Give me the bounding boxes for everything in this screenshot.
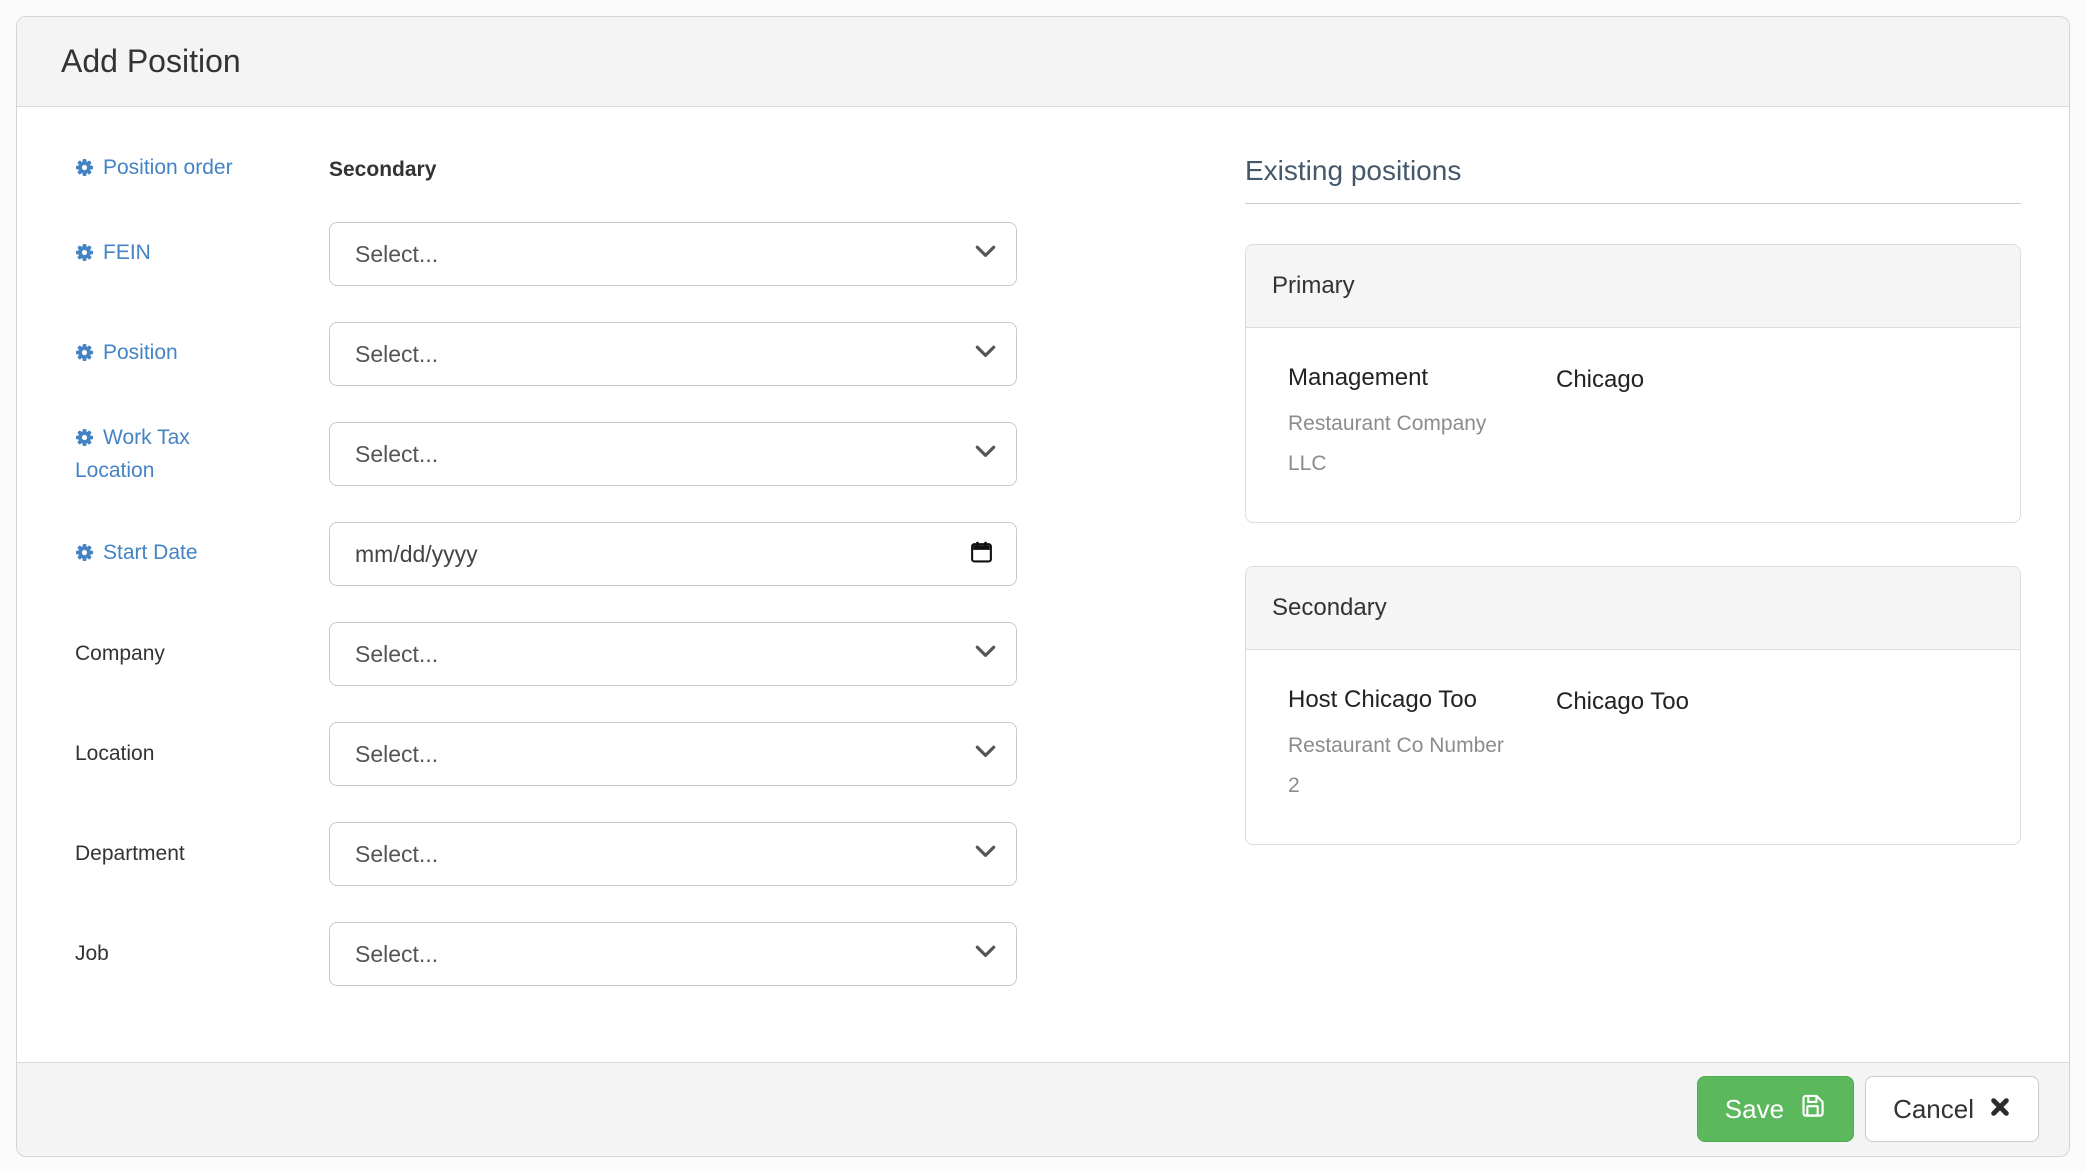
company-label: Company (75, 639, 329, 669)
existing-positions-heading: Existing positions (1245, 155, 2021, 187)
x-icon (1989, 1094, 2011, 1125)
form-row-job: Job Select... (75, 922, 1017, 986)
gear-icon (75, 426, 94, 456)
existing-positions-panel: Existing positions Primary Management Re… (1245, 153, 2021, 1062)
card-header: Primary (1246, 245, 2020, 328)
form-row-company: Company Select... (75, 622, 1017, 686)
start-date-input[interactable] (330, 524, 890, 584)
chevron-down-icon (975, 945, 996, 963)
add-position-dialog: Add Position Position order Secondary (16, 16, 2070, 1157)
card-header: Secondary (1246, 567, 2020, 650)
position-location: Chicago Too (1556, 688, 1996, 716)
gear-icon (75, 241, 94, 271)
cancel-button[interactable]: Cancel (1865, 1076, 2039, 1142)
work-tax-location-label: Work Tax Location (75, 423, 329, 486)
position-select[interactable]: Select... (329, 322, 1017, 386)
position-label: Position (75, 338, 329, 371)
form-row-start-date: Start Date (75, 522, 1017, 586)
save-button[interactable]: Save (1697, 1076, 1854, 1142)
dialog-footer: Save Cancel (17, 1062, 2069, 1156)
calendar-icon[interactable] (969, 539, 994, 569)
gear-icon (75, 341, 94, 371)
form-row-position: Position Select... (75, 322, 1017, 386)
location-select[interactable]: Select... (329, 722, 1017, 786)
heading-divider (1245, 203, 2021, 204)
location-label: Location (75, 739, 329, 769)
dialog-title: Add Position (61, 43, 2025, 80)
fein-label: FEIN (75, 238, 329, 271)
chevron-down-icon (975, 645, 996, 663)
start-date-field (329, 522, 1017, 586)
chevron-down-icon (975, 345, 996, 363)
position-company: Restaurant Company LLC (1288, 404, 1506, 484)
position-card-primary: Primary Management Restaurant Company LL… (1245, 244, 2021, 523)
department-select[interactable]: Select... (329, 822, 1017, 886)
position-order-value: Secondary (329, 158, 1017, 182)
dialog-body: Position order Secondary FEIN Select... (17, 107, 2069, 1062)
position-name: Management (1288, 364, 1556, 392)
job-select[interactable]: Select... (329, 922, 1017, 986)
position-company: Restaurant Co Number 2 (1288, 726, 1506, 806)
department-label: Department (75, 839, 329, 869)
chevron-down-icon (975, 445, 996, 463)
fein-select[interactable]: Select... (329, 222, 1017, 286)
gear-icon (75, 156, 94, 186)
form-row-location: Location Select... (75, 722, 1017, 786)
dialog-header: Add Position (17, 17, 2069, 107)
position-location: Chicago (1556, 366, 1996, 394)
form-row-fein: FEIN Select... (75, 222, 1017, 286)
form-row-position-order: Position order Secondary (75, 153, 1017, 186)
chevron-down-icon (975, 745, 996, 763)
gear-icon (75, 541, 94, 571)
form-row-work-tax-location: Work Tax Location Select... (75, 422, 1017, 486)
position-order-label: Position order (75, 153, 329, 186)
job-label: Job (75, 939, 329, 969)
position-name: Host Chicago Too (1288, 686, 1556, 714)
floppy-disk-icon (1799, 1092, 1826, 1126)
position-form: Position order Secondary FEIN Select... (75, 153, 1017, 1062)
company-select[interactable]: Select... (329, 622, 1017, 686)
chevron-down-icon (975, 245, 996, 263)
position-card-secondary: Secondary Host Chicago Too Restaurant Co… (1245, 566, 2021, 845)
start-date-label: Start Date (75, 538, 329, 571)
chevron-down-icon (975, 845, 996, 863)
form-row-department: Department Select... (75, 822, 1017, 886)
work-tax-location-select[interactable]: Select... (329, 422, 1017, 486)
